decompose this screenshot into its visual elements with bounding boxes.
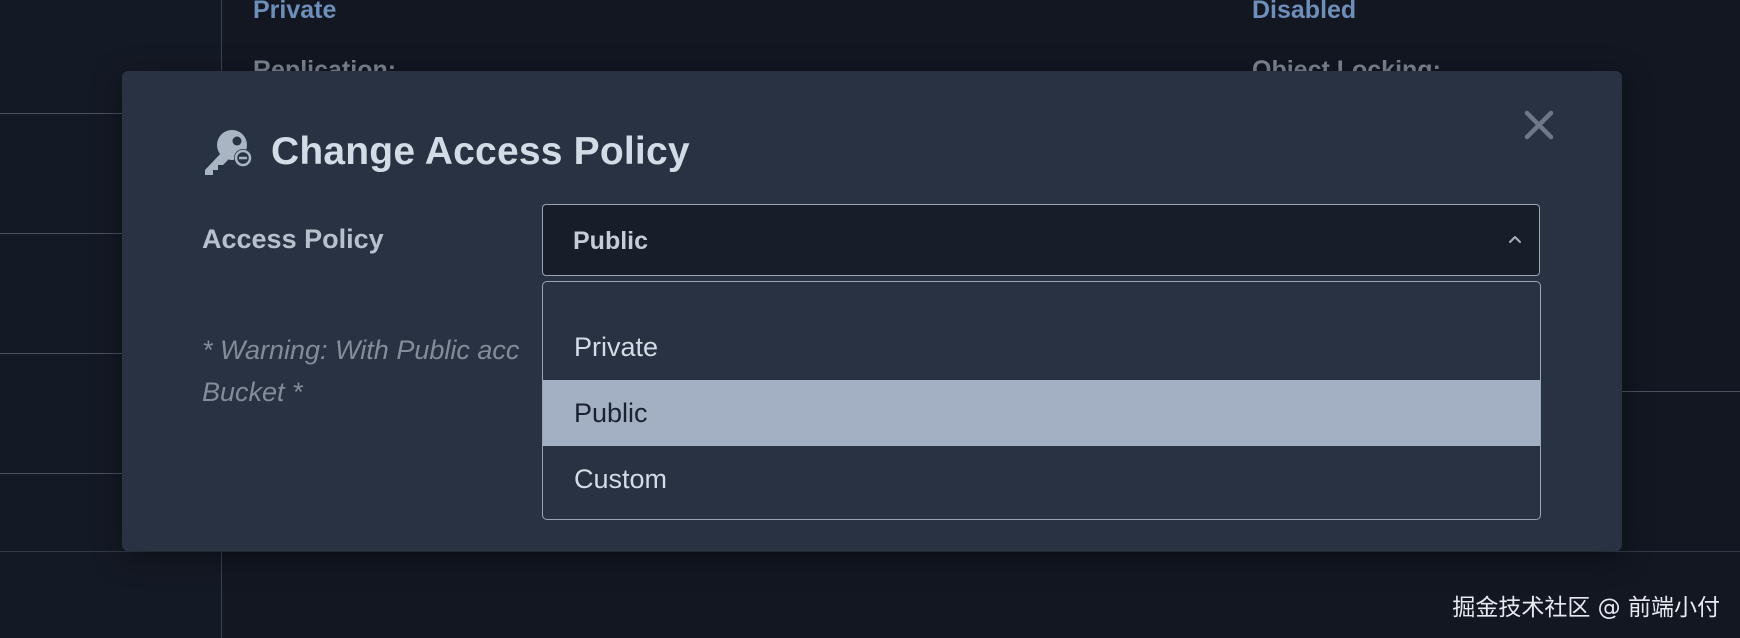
background-divider xyxy=(0,473,122,474)
bucket-access-value[interactable]: Private xyxy=(253,0,336,25)
access-policy-options: Private Public Custom xyxy=(542,281,1541,520)
background-divider xyxy=(0,233,122,234)
access-policy-select[interactable]: Public xyxy=(542,204,1540,276)
versioning-value[interactable]: Disabled xyxy=(1252,0,1356,25)
key-icon xyxy=(201,127,253,177)
modal-title: Change Access Policy xyxy=(271,130,690,173)
warning-text: * Warning: With Public acc Bucket * xyxy=(202,329,542,413)
background-divider xyxy=(0,113,122,114)
watermark: 掘金技术社区 @ 前端小付 xyxy=(1452,595,1720,621)
background-divider xyxy=(1622,391,1740,392)
warning-line-2: Bucket * xyxy=(202,377,303,407)
background-divider xyxy=(0,353,122,354)
option-private[interactable]: Private xyxy=(543,314,1540,380)
option-public[interactable]: Public xyxy=(543,380,1540,446)
background-divider xyxy=(0,551,1740,552)
select-value: Public xyxy=(573,227,649,255)
warning-line-1: * Warning: With Public acc xyxy=(202,335,520,365)
option-custom[interactable]: Custom xyxy=(543,446,1540,512)
chevron-up-icon xyxy=(1505,229,1525,249)
modal-header: Change Access Policy xyxy=(201,127,690,177)
close-icon[interactable] xyxy=(1523,109,1555,141)
access-policy-label: Access Policy xyxy=(202,224,384,254)
